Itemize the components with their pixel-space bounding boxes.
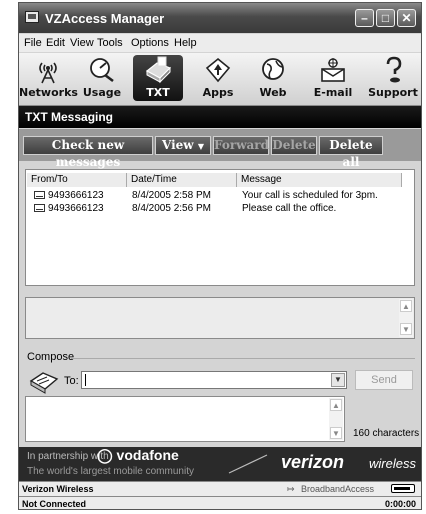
toolbar-label: TXT (146, 86, 170, 99)
app-icon (25, 11, 39, 23)
signal-strength-icon (391, 484, 415, 493)
compose-icon (29, 372, 59, 394)
character-count: 160 characters (353, 428, 420, 439)
verizon-wireless-text: wireless (369, 456, 416, 471)
envelope-icon (34, 191, 45, 199)
section-title: TXT Messaging (25, 110, 114, 124)
message-list[interactable]: From/To Date/Time Message 9493666123 8/4… (25, 169, 415, 286)
delete-button[interactable]: Delete (271, 136, 317, 155)
close-button[interactable]: ✕ (397, 9, 416, 27)
app-window: VZAccess Manager – □ ✕ File Edit View To… (18, 2, 422, 510)
toolbar-label: Support (368, 86, 418, 99)
check-messages-button[interactable]: Check new messages (23, 136, 153, 169)
compose-scrollbar[interactable]: ▲ ▼ (329, 398, 343, 440)
message-preview[interactable]: ▲ ▼ (25, 297, 415, 339)
toolbar-support[interactable]: Support (364, 55, 421, 103)
row-date: 8/4/2005 2:56 PM (132, 203, 211, 214)
recipient-input[interactable] (81, 371, 347, 389)
email-icon (321, 58, 345, 82)
send-button[interactable]: Send (355, 370, 413, 390)
toolbar-networks[interactable]: Networks (19, 55, 78, 103)
compose-label: Compose (27, 351, 75, 363)
menu-options[interactable]: Options (131, 37, 169, 49)
status-bar-connection: Not Connected 0:00:00 (19, 496, 421, 509)
verizon-logo: verizon (281, 452, 345, 472)
minimize-button[interactable]: – (355, 9, 374, 27)
toolbar-label: Networks (19, 86, 78, 99)
window-title: VZAccess Manager (45, 11, 165, 26)
question-icon (386, 56, 402, 83)
connection-timer: 0:00:00 (385, 499, 417, 509)
toolbar-web[interactable]: Web (244, 55, 302, 103)
maximize-button[interactable]: □ (376, 9, 395, 27)
menu-edit[interactable]: Edit (46, 37, 65, 49)
message-body-input[interactable]: ▲ ▼ (25, 396, 345, 442)
status-bar-carrier: Verizon Wireless ↦ BroadbandAccess (19, 481, 421, 496)
section-header: TXT Messaging (19, 106, 421, 128)
menu-file[interactable]: File (24, 37, 42, 49)
toolbar-label: Web (259, 86, 287, 99)
view-button[interactable]: View ▼ (155, 136, 211, 155)
view-label: View (162, 138, 194, 152)
connection-status: Not Connected (22, 499, 86, 509)
message-icon (145, 56, 172, 84)
scroll-down-icon[interactable]: ▼ (330, 427, 342, 439)
column-header-from[interactable]: From/To (27, 173, 127, 187)
to-label: To: (64, 375, 79, 387)
row-date: 8/4/2005 2:58 PM (132, 190, 211, 201)
antenna-icon (39, 62, 57, 84)
table-row[interactable]: 9493666123 8/4/2005 2:56 PM Please call … (26, 202, 414, 215)
scroll-up-icon[interactable]: ▲ (330, 399, 342, 411)
row-message: Please call the office. (242, 203, 337, 214)
toolbar-txt[interactable]: TXT (129, 55, 187, 103)
toolbar-email[interactable]: E-mail (304, 55, 362, 103)
row-from: 9493666123 (48, 190, 104, 201)
chevron-down-icon[interactable]: ▼ (331, 373, 345, 387)
row-from: 9493666123 (48, 203, 104, 214)
access-arrow-icon: ↦ (287, 484, 295, 494)
compose-divider (71, 358, 415, 359)
envelope-icon (34, 204, 45, 212)
forward-button[interactable]: Forward (213, 136, 269, 155)
scroll-up-icon[interactable]: ▲ (400, 300, 412, 312)
table-row[interactable]: 9493666123 8/4/2005 2:58 PM Your call is… (26, 189, 414, 202)
tagline-text: The world's largest mobile community (27, 466, 194, 477)
toolbar-label: Apps (202, 86, 234, 99)
partner-banner: In partnership with ◯ vodafone The world… (19, 447, 421, 481)
toolbar-label: Usage (82, 86, 122, 99)
scroll-down-icon[interactable]: ▼ (400, 323, 412, 335)
toolbar-usage[interactable]: Usage (73, 55, 131, 103)
chevron-down-icon: ▼ (197, 141, 204, 151)
toolbar-label: E-mail (313, 86, 353, 99)
toolbar-apps[interactable]: Apps (189, 55, 247, 103)
main-toolbar: Networks Usage TXT Apps Web E-mail Suppo… (19, 53, 421, 106)
column-header-date[interactable]: Date/Time (127, 173, 237, 187)
menu-help[interactable]: Help (174, 37, 197, 49)
menu-tools[interactable]: Tools (97, 37, 123, 49)
apps-icon (205, 57, 231, 83)
action-bar: Check new messages View ▼ Forward Delete… (19, 129, 421, 169)
text-caret (85, 374, 86, 386)
title-bar[interactable]: VZAccess Manager – □ ✕ (19, 3, 421, 33)
menu-bar: File Edit View Tools Options Help (19, 34, 421, 52)
carrier-name: Verizon Wireless (22, 484, 94, 494)
menu-view[interactable]: View (70, 37, 94, 49)
vodafone-logo: ◯ vodafone (97, 447, 179, 463)
column-header-message[interactable]: Message (237, 173, 402, 187)
meter-icon (90, 58, 114, 83)
globe-icon (262, 58, 284, 80)
check-swoosh-icon (228, 454, 268, 474)
row-message: Your call is scheduled for 3pm. (242, 190, 378, 201)
preview-scrollbar[interactable]: ▲ ▼ (399, 299, 413, 337)
access-type: BroadbandAccess (301, 484, 375, 494)
delete-all-button[interactable]: Delete all (319, 136, 383, 169)
